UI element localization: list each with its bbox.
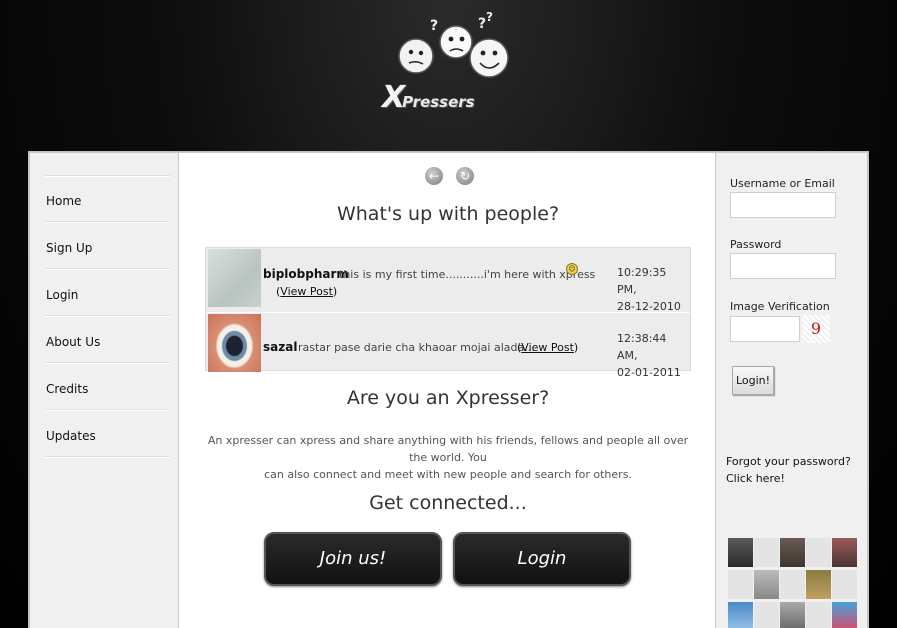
forgot-password-link[interactable]: Forgot your password? Click here! [726, 453, 851, 487]
nav-divider [45, 362, 170, 364]
nav-about-us[interactable]: About Us [46, 335, 100, 349]
brand-logo-word: Pressers [402, 93, 475, 111]
password-label: Password [730, 238, 782, 251]
smiley-emoticon-icon: ☺ [566, 263, 578, 275]
view-post-close-paren: ) [573, 341, 579, 354]
member-avatar[interactable] [806, 538, 831, 567]
forgot-password-text[interactable]: Forgot your password? [726, 453, 851, 470]
about-description: An xpresser can xpress and share anythin… [204, 432, 692, 483]
refresh-icon[interactable]: ↻ [456, 167, 475, 185]
nav-credits[interactable]: Credits [46, 382, 88, 396]
about-heading: Are you an Xpresser? [346, 387, 550, 409]
connect-heading: Get connected... [369, 492, 527, 514]
nav-login[interactable]: Login [46, 288, 78, 302]
post-timestamp: 12:38:44 AM, 02-01-2011 [617, 330, 689, 381]
post-text: this is my first time...........i'm here… [339, 268, 596, 281]
username-label: Username or Email [730, 177, 835, 190]
user-avatar[interactable] [208, 249, 261, 307]
svg-text:?: ? [430, 18, 438, 34]
view-post-link[interactable]: (View Post) [276, 285, 337, 298]
svg-text:?: ? [486, 10, 493, 24]
member-avatar[interactable] [728, 538, 753, 567]
login-button[interactable]: Login [453, 532, 631, 586]
nav-divider [45, 175, 170, 177]
site-header: ? ? ? XPressers [0, 0, 897, 152]
member-avatar[interactable] [754, 602, 779, 628]
captcha-label: Image Verification [730, 300, 830, 313]
post-time: 10:29:35 PM, [617, 266, 667, 296]
view-post-label[interactable]: View Post [521, 341, 574, 354]
post-item: sazal rastar pase darie cha khaoar mojai… [206, 312, 690, 379]
nav-divider [45, 221, 170, 223]
forgot-password-click[interactable]: Click here! [726, 470, 851, 487]
member-avatar[interactable] [780, 538, 805, 567]
post-timestamp: 10:29:35 PM, 28-12-2010 [617, 264, 689, 315]
nav-divider [45, 268, 170, 270]
captcha-image: 9 [802, 315, 830, 343]
member-avatar[interactable] [780, 570, 805, 599]
member-avatar[interactable] [806, 570, 831, 599]
username-field[interactable] [730, 192, 836, 218]
post-date: 02-01-2011 [617, 366, 681, 379]
back-arrow-icon[interactable]: ← [425, 167, 443, 185]
post-list: biplobpharm this is my first time.......… [205, 247, 691, 379]
captcha-field[interactable] [730, 316, 800, 342]
post-time: 12:38:44 AM, [617, 332, 667, 362]
member-avatar[interactable] [754, 538, 779, 567]
login-submit-button[interactable]: Login! [732, 366, 774, 395]
feed-navigation: ← ↻ [425, 165, 482, 185]
user-avatar[interactable] [208, 314, 261, 372]
post-username[interactable]: sazal [263, 340, 297, 354]
post-username[interactable]: biplobpharm [263, 267, 349, 281]
post-text: rastar pase darie cha khaoar mojai alada… [298, 341, 535, 354]
feed-heading: What's up with people? [336, 203, 560, 225]
password-field[interactable] [730, 253, 836, 279]
join-us-button[interactable]: Join us! [264, 532, 442, 586]
member-avatar[interactable] [728, 602, 753, 628]
member-avatar[interactable] [780, 602, 805, 628]
post-item: biplobpharm this is my first time.......… [206, 248, 690, 313]
member-avatar[interactable] [832, 602, 857, 628]
brand-wordmark[interactable]: XPressers [382, 80, 522, 115]
nav-divider [45, 315, 170, 317]
about-description-line: can also connect and meet with new peopl… [264, 468, 632, 481]
nav-divider [45, 456, 170, 458]
member-avatar[interactable] [728, 570, 753, 599]
member-avatar[interactable] [754, 570, 779, 599]
about-description-line: An xpresser can xpress and share anythin… [207, 434, 689, 464]
view-post-close-paren: ) [332, 285, 338, 298]
view-post-link[interactable]: (View Post) [517, 341, 578, 354]
svg-text:?: ? [478, 16, 486, 32]
member-avatar[interactable] [806, 602, 831, 628]
member-avatar[interactable] [832, 538, 857, 567]
nav-sign-up[interactable]: Sign Up [46, 241, 92, 255]
nav-home[interactable]: Home [46, 194, 81, 208]
nav-divider [45, 409, 170, 411]
view-post-label[interactable]: View Post [280, 285, 333, 298]
nav-updates[interactable]: Updates [46, 429, 96, 443]
member-avatar[interactable] [832, 570, 857, 599]
